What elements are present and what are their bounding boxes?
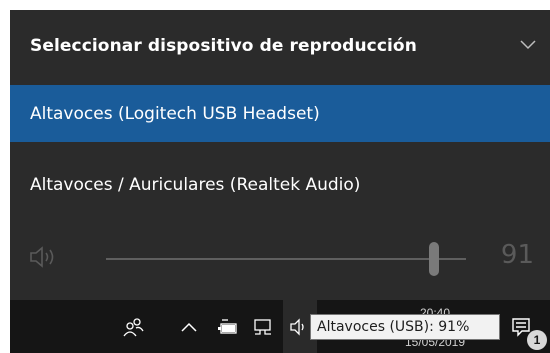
device-item-realtek-audio[interactable]: Altavoces / Auriculares (Realtek Audio) [10, 156, 550, 213]
volume-tooltip: Altavoces (USB): 91% [310, 314, 500, 340]
people-icon[interactable] [122, 316, 144, 338]
device-item-logitech-headset[interactable]: Altavoces (Logitech USB Headset) [10, 85, 550, 142]
device-label: Altavoces (Logitech USB Headset) [30, 103, 320, 124]
volume-slider[interactable] [106, 258, 466, 260]
volume-row: 91 [10, 228, 550, 286]
battery-icon[interactable] [216, 316, 238, 338]
volume-icon [290, 318, 304, 336]
chevron-down-icon[interactable] [520, 38, 536, 50]
flyout-title: Seleccionar dispositivo de reproducción [30, 36, 417, 56]
notification-badge: 1 [527, 330, 547, 350]
device-label: Altavoces / Auriculares (Realtek Audio) [30, 174, 361, 195]
volume-value: 91 [500, 240, 534, 270]
flyout-header[interactable]: Seleccionar dispositivo de reproducción [10, 10, 550, 82]
chevron-up-icon[interactable] [180, 316, 198, 338]
taskbar: 20:40 15/05/2019 Altavoces (USB): 91% 1 [10, 300, 550, 353]
network-icon[interactable] [252, 316, 274, 338]
speaker-icon[interactable] [28, 244, 60, 270]
playback-device-flyout: Seleccionar dispositivo de reproducción … [10, 10, 550, 300]
volume-slider-thumb[interactable] [428, 242, 439, 276]
